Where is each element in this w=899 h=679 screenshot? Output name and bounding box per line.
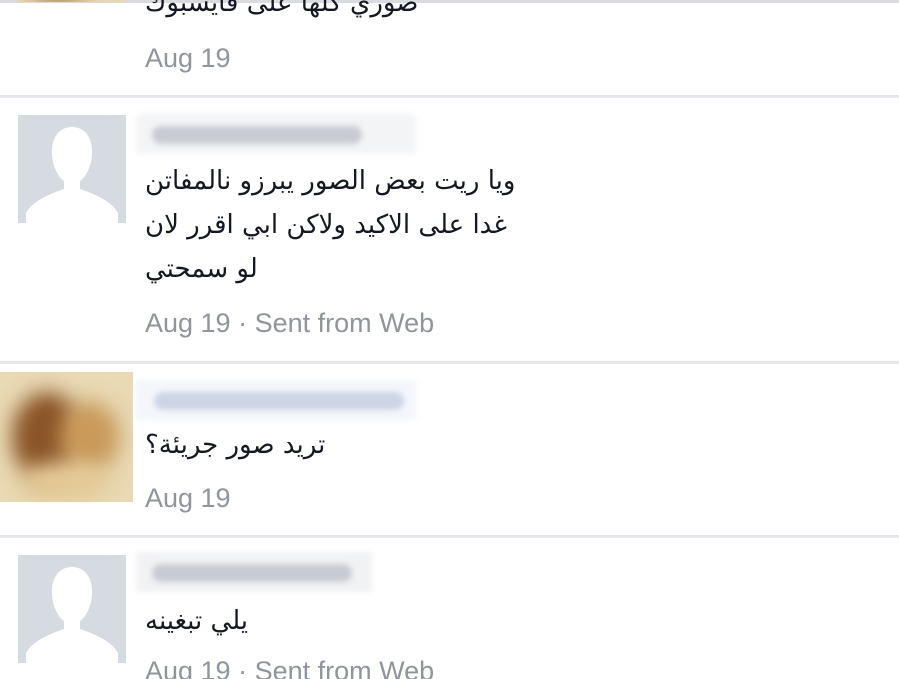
message-meta: Aug 19 · Sent from Web	[145, 654, 434, 679]
message-meta: Aug 19	[145, 41, 231, 75]
sender-avatar[interactable]	[18, 0, 126, 2]
message-meta: Aug 19 · Sent from Web	[145, 306, 434, 340]
message-source: · Sent from Web	[238, 308, 435, 338]
message-item[interactable]: يلي تبغينه Aug 19 · Sent from Web	[0, 538, 899, 679]
message-thread: صوري كلها على فايسبوك Aug 19 ويا ريت بعض…	[0, 0, 899, 679]
message-item[interactable]: صوري كلها على فايسبوك Aug 19	[0, 0, 899, 98]
person-silhouette-icon	[18, 115, 126, 223]
sender-name[interactable]	[136, 114, 416, 154]
message-text-line: لو سمحتي	[145, 254, 258, 284]
message-text: يلي تبغينه	[145, 599, 248, 643]
message-text-line: يلي تبغينه	[145, 606, 249, 636]
message-item[interactable]: ويا ريت بعض الصور يبرزو نالمفاتن غدا على…	[0, 98, 899, 364]
message-date: Aug 19	[145, 483, 231, 513]
message-text-line: غدا على الاكيد ولاكن ابي اقرر لان	[145, 210, 507, 240]
message-date: Aug 19	[145, 43, 231, 73]
message-text-line: تريد صور جريئة؟	[145, 430, 326, 460]
message-date: Aug 19	[145, 656, 231, 679]
message-text: صوري كلها على فايسبوك	[145, 0, 418, 25]
message-text-line: صوري كلها على فايسبوك	[145, 0, 419, 18]
sender-avatar[interactable]	[0, 372, 133, 502]
sender-name[interactable]	[136, 552, 372, 592]
message-meta: Aug 19	[145, 481, 231, 515]
sender-avatar[interactable]	[18, 555, 126, 663]
sender-name[interactable]	[136, 380, 416, 420]
message-text: تريد صور جريئة؟	[145, 423, 325, 467]
message-text-line: ويا ريت بعض الصور يبرزو نالمفاتن	[145, 166, 516, 196]
message-date: Aug 19	[145, 308, 231, 338]
sender-avatar[interactable]	[18, 115, 126, 223]
message-item[interactable]: تريد صور جريئة؟ Aug 19	[0, 364, 899, 538]
message-source: · Sent from Web	[238, 656, 435, 679]
message-text: ويا ريت بعض الصور يبرزو نالمفاتن غدا على…	[145, 159, 515, 291]
person-silhouette-icon	[18, 555, 126, 663]
